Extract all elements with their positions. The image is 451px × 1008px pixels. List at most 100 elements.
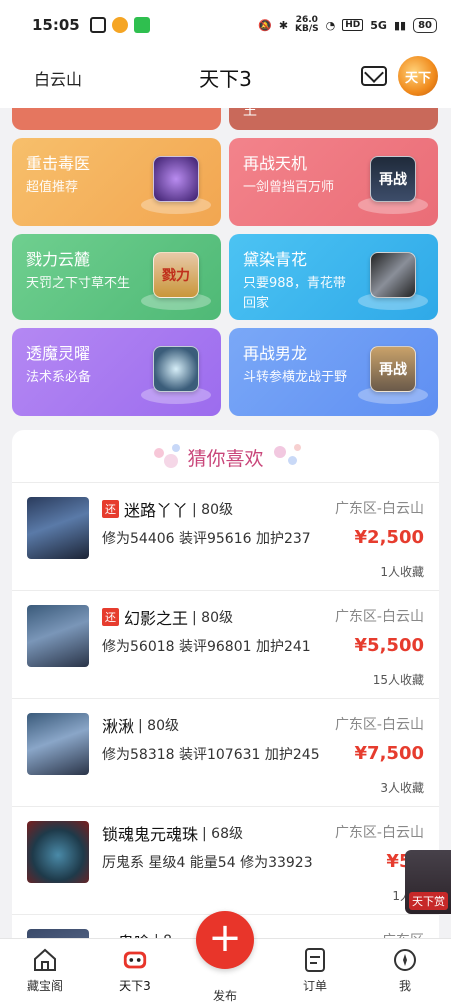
tile-partial-right[interactable]: 王	[229, 108, 438, 130]
tile-title: 戮力云麓	[26, 250, 91, 269]
list-item[interactable]: 湫湫 | 80级 广东区-白云山 修为58318 装评107631 加护245 …	[12, 698, 439, 806]
list-item[interactable]: 锁魂鬼元魂珠 | 68级 广东区-白云山 厉鬼系 星级4 能量54 修为3392…	[12, 806, 439, 914]
status-notification-icons	[89, 17, 150, 33]
game-avatar[interactable]: 天下	[398, 56, 438, 96]
tile-title: 再战天机	[243, 154, 308, 173]
nav-me-label: 我	[398, 979, 411, 993]
list-item[interactable]: 还 迷路丫丫 | 80级 广东区-白云山 修为54406 装评95616 加护2…	[12, 482, 439, 590]
bottom-nav: 藏宝阁 天下3 + 发布 订单 我	[0, 911, 451, 1008]
item-name: 迷路丫丫	[124, 501, 189, 520]
item-level: | 80级	[192, 502, 233, 518]
nav-orders[interactable]: 订单	[280, 947, 350, 994]
item-favorites: 1人收藏	[380, 565, 424, 579]
guess-title: 猜你喜欢	[187, 448, 264, 470]
status-bar: 15:05 🔕 ✱ 26.0 KB/S ◔ HD 5G ▮▮ 80	[0, 0, 451, 50]
item-server: 广东区-白云山	[334, 501, 424, 517]
item-favorites: 15人收藏	[372, 673, 424, 687]
guess-header: 猜你喜欢	[12, 430, 439, 482]
item-server: 广东区	[382, 930, 424, 938]
item-stats: 厉鬼系 星级4 能量54 修为33923	[102, 855, 313, 871]
nav-home-label: 藏宝阁	[26, 979, 63, 993]
nav-game[interactable]: 天下3	[100, 947, 170, 994]
app-header: 白云山 天下3 天下	[0, 50, 451, 108]
item-name: 湫湫	[102, 717, 135, 736]
item-name-row: 还 幻影之王 | 80级	[102, 605, 233, 629]
hd-badge: HD	[342, 19, 364, 31]
item-thumbnail	[27, 821, 89, 883]
nav-home[interactable]: 藏宝阁	[10, 947, 80, 994]
bargain-tag: 还	[102, 500, 119, 518]
weibo-icon	[111, 17, 128, 33]
item-level: | 68级	[202, 826, 243, 842]
tile-subtitle: 斗转参横龙战于野	[243, 370, 348, 385]
ting-app-icon	[89, 17, 106, 33]
tile-zaizhan-nanlong[interactable]: 再战男龙 斗转参横龙战于野 再战	[229, 328, 438, 416]
item-icon	[370, 252, 416, 298]
tile-title: 黛染青花	[243, 250, 308, 269]
publish-button[interactable]: +	[196, 911, 254, 969]
floating-promo-badge[interactable]: 天下赏	[405, 850, 451, 914]
bargain-tag: 还	[102, 608, 119, 626]
tile-title: 再战男龙	[243, 344, 308, 363]
network-speed: 26.0 KB/S	[295, 16, 319, 34]
tile-title: 重击毒医	[26, 154, 91, 173]
home-icon	[32, 947, 58, 973]
compass-icon	[392, 947, 418, 973]
signal-network: 5G	[370, 18, 387, 32]
nav-orders-label: 订单	[302, 979, 327, 993]
item-server: 广东区-白云山	[334, 717, 424, 733]
item-icon	[153, 156, 199, 202]
status-right-icons: 🔕 ✱ 26.0 KB/S ◔ HD 5G ▮▮ 80	[258, 16, 437, 34]
item-name: 丶鬼喰	[102, 929, 150, 938]
item-icon	[153, 346, 199, 392]
tile-toumo-lingyao[interactable]: 透魔灵曜 法术系必备	[12, 328, 221, 416]
item-name-row: 锁魂鬼元魂珠 | 68级	[102, 821, 243, 845]
item-thumbnail	[27, 929, 89, 938]
bluetooth-icon: ✱	[278, 18, 289, 32]
tile-dairan-qinghua[interactable]: 黛染青花 只要988，青花带回家	[229, 234, 438, 320]
main-content: 王 重击毒医 超值推荐 再战天机 一剑曾挡百万师 再战 戮力云麓 天罚之下寸草不…	[0, 108, 451, 938]
signal-bars-icon: ▮▮	[393, 18, 407, 32]
mail-icon[interactable]	[361, 66, 387, 86]
publish-label: 发布	[212, 989, 237, 1003]
item-stats: 修为58318 装评107631 加护245	[102, 747, 320, 763]
item-name-row: 湫湫 | 80级	[102, 713, 179, 737]
item-stats: 修为56018 装评96801 加护241	[102, 639, 311, 655]
tile-subtitle: 法术系必备	[26, 370, 92, 385]
battery-indicator: 80	[413, 17, 437, 33]
item-price: ¥5,500	[354, 635, 424, 656]
item-name-row: 还 迷路丫丫 | 80级	[102, 497, 233, 521]
speed-unit: KB/S	[295, 24, 319, 34]
float-badge-label: 天下赏	[409, 892, 448, 910]
tile-partial-left[interactable]	[12, 108, 221, 130]
item-server: 广东区-白云山	[334, 825, 424, 841]
item-name-row: 丶鬼喰 | 8	[102, 929, 172, 938]
item-name: 幻影之王	[124, 609, 189, 628]
tile-subtitle: 超值推荐	[26, 180, 79, 195]
status-time: 15:05	[32, 16, 80, 34]
tile-subtitle: 只要988，青花带回家	[243, 276, 346, 311]
tile-luli-yunlu[interactable]: 戮力云麓 天罚之下寸草不生 戮力	[12, 234, 221, 320]
gamepad-icon	[122, 947, 148, 973]
tile-subtitle: 一剑曾挡百万师	[243, 180, 335, 195]
item-thumbnail	[27, 605, 89, 667]
tile-zaizhan-tianji[interactable]: 再战天机 一剑曾挡百万师 再战	[229, 138, 438, 226]
item-price: ¥7,500	[354, 743, 424, 764]
item-name: 锁魂鬼元魂珠	[102, 825, 199, 844]
item-icon: 再战	[370, 346, 416, 392]
item-favorites: 3人收藏	[380, 781, 424, 795]
tile-partial-text: 王	[243, 108, 257, 119]
item-stats: 修为54406 装评95616 加护237	[102, 531, 311, 547]
item-thumbnail	[27, 713, 89, 775]
tile-zhongji-duyi[interactable]: 重击毒医 超值推荐	[12, 138, 221, 226]
item-icon: 戮力	[153, 252, 199, 298]
wifi-icon: ◔	[325, 18, 336, 32]
item-thumbnail	[27, 497, 89, 559]
nav-me[interactable]: 我	[370, 947, 440, 994]
item-server: 广东区-白云山	[334, 609, 424, 625]
item-level: | 80级	[138, 718, 179, 734]
list-item[interactable]: 还 幻影之王 | 80级 广东区-白云山 修为56018 装评96801 加护2…	[12, 590, 439, 698]
tile-title: 透魔灵曜	[26, 344, 91, 363]
nav-game-label: 天下3	[119, 979, 151, 993]
item-price: ¥2,500	[354, 527, 424, 548]
